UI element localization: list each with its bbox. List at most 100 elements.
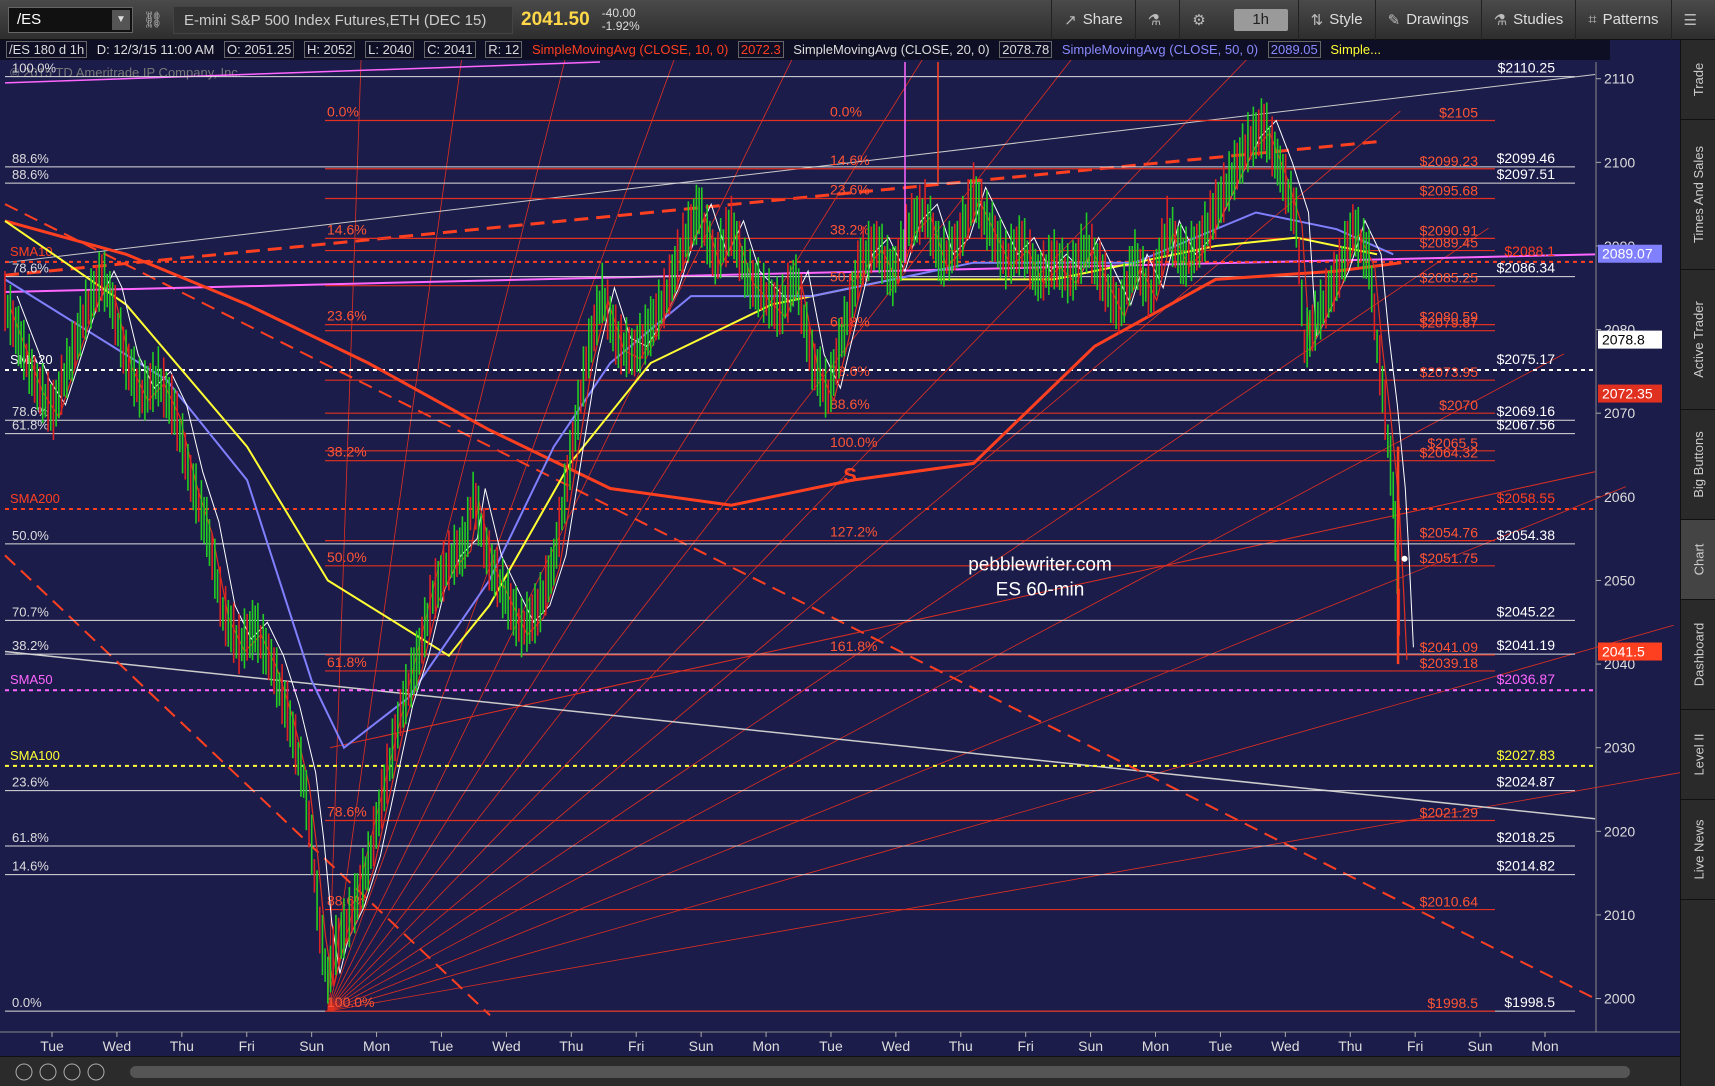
fib-percent-label: 14.6%	[327, 221, 367, 237]
fib-level-value: $2095.68	[1420, 182, 1479, 198]
y-tick-label: 2060	[1604, 489, 1635, 505]
fib-level-value: $2064.32	[1420, 445, 1479, 461]
flask-button[interactable]: ⚗	[1134, 0, 1179, 40]
x-tick-label: Fri	[1018, 1038, 1034, 1054]
side-panel-tabs: Trade Times And Sales Active Trader Big But…	[1680, 40, 1715, 1086]
sma50-label: SimpleMovingAvg (CLOSE, 50, 0)	[1061, 42, 1259, 57]
instrument-description: E-mini S&P 500 Index Futures,ETH (DEC 15…	[173, 5, 513, 34]
fib-percent-label: 0.0%	[830, 104, 862, 120]
patterns-button[interactable]: ⌗ Patterns	[1575, 0, 1670, 40]
symbol-text: /ES	[17, 10, 42, 28]
bar-close: C: 2041	[424, 41, 476, 58]
chart-toolbar: /ES ▼ ⛓ E-mini S&P 500 Index Futures,ETH…	[0, 0, 1715, 40]
chevron-down-icon[interactable]: ▼	[112, 9, 130, 30]
level-right-label: $2067.56	[1497, 417, 1556, 433]
fib-percent-label: 127.2%	[830, 524, 877, 540]
fib-level-value: $2039.18	[1420, 655, 1479, 671]
zoom-reset-icon[interactable]	[87, 1063, 105, 1081]
y-tick-label: 2110	[1604, 71, 1634, 87]
style-button[interactable]: ⇅ Style	[1297, 0, 1375, 40]
side-tab-times-and-sales[interactable]: Times And Sales	[1681, 120, 1715, 270]
fib-percent-label: 161.8%	[830, 638, 877, 654]
sma-level-name: SMA100	[10, 748, 60, 763]
price-change: -40.00 -1.92%	[601, 6, 640, 33]
fib-percent-label: 78.6%	[327, 804, 367, 820]
fib-level-value: $1998.5	[1427, 995, 1478, 1011]
side-tab-chart[interactable]: Chart	[1681, 520, 1715, 600]
level-left-label: 50.0%	[12, 528, 49, 543]
y-tick-label: 2050	[1604, 572, 1635, 588]
scrollbar-controls[interactable]	[0, 1057, 1680, 1086]
menu-button[interactable]: ☰	[1670, 0, 1715, 40]
more-studies[interactable]: Simple...	[1330, 42, 1381, 57]
timeframe-selector[interactable]: 1h	[1233, 8, 1288, 31]
chart-canvas[interactable]: © 2015 TD Ameritrade IP Company, Inc.200…	[0, 40, 1680, 1056]
fib-percent-label: 61.8%	[327, 654, 367, 670]
side-tab-active-trader[interactable]: Active Trader	[1681, 270, 1715, 410]
level-left-label: 0.0%	[12, 995, 42, 1010]
studies-button[interactable]: ⚗ Studies	[1480, 0, 1576, 40]
patterns-label: Patterns	[1602, 11, 1659, 28]
fib-percent-label: 50.0%	[327, 549, 367, 565]
level-right-label: $2099.46	[1497, 150, 1556, 166]
zoom-fit-icon[interactable]	[63, 1063, 81, 1081]
y-tick-label: 2030	[1604, 740, 1635, 756]
side-tab-label: Times And Sales	[1691, 145, 1706, 244]
fib-percent-label: 100.0%	[327, 994, 374, 1010]
x-tick-label: Thu	[1338, 1038, 1362, 1054]
fib-percent-label: 88.6%	[830, 396, 870, 412]
sma-level-value: $2027.83	[1497, 747, 1556, 763]
change-percent: -1.92%	[601, 18, 640, 33]
zoom-in-icon[interactable]	[39, 1063, 57, 1081]
side-tab-label: Active Trader	[1691, 301, 1706, 378]
y-tick-label: 2020	[1604, 823, 1635, 839]
side-tab-level-ii[interactable]: Level II	[1681, 710, 1715, 800]
last-price-dot	[1401, 555, 1408, 562]
thinkorswim-window: /ES ▼ ⛓ E-mini S&P 500 Index Futures,ETH…	[0, 0, 1715, 1086]
fib-level-value: $2105	[1439, 105, 1478, 121]
zoom-out-icon[interactable]	[15, 1063, 33, 1081]
price-badge-label: 2072.35	[1602, 386, 1653, 402]
level-left-label: 61.8%	[12, 418, 49, 433]
symbol-input[interactable]: /ES ▼	[8, 6, 133, 33]
sma10-label: SimpleMovingAvg (CLOSE, 10, 0)	[531, 42, 729, 57]
sma-level-name: SMA10	[10, 244, 53, 259]
level-left-label: 100.0%	[12, 61, 57, 76]
side-tab-big-buttons[interactable]: Big Buttons	[1681, 410, 1715, 520]
x-tick-label: Wed	[1271, 1038, 1300, 1054]
side-tab-trade[interactable]: Trade	[1681, 40, 1715, 120]
side-tab-label: Level II	[1691, 733, 1707, 776]
drawings-button[interactable]: ✎ Drawings	[1374, 0, 1481, 40]
side-tab-label: Trade	[1690, 62, 1706, 97]
level-right-label: $2018.25	[1497, 829, 1556, 845]
sma-level-value: $2036.87	[1497, 671, 1556, 687]
x-tick-label: Tue	[819, 1038, 843, 1054]
bar-low: L: 2040	[365, 41, 415, 58]
level-left-label: 88.6%	[12, 167, 49, 182]
level-left-label: 38.2%	[12, 638, 49, 653]
chart-scrollbar[interactable]	[0, 1056, 1680, 1086]
x-tick-label: Tue	[40, 1038, 64, 1054]
gear-icon: ⚙	[1192, 11, 1206, 29]
fib-level-value: $2054.76	[1420, 525, 1479, 541]
scroll-thumb[interactable]	[130, 1066, 1630, 1078]
link-icon[interactable]: ⛓	[133, 10, 173, 30]
side-tab-dashboard[interactable]: Dashboard	[1681, 600, 1715, 710]
fib-percent-label: 14.6%	[830, 152, 870, 168]
sma-level-value: $2075.17	[1497, 351, 1556, 367]
style-label: Style	[1329, 11, 1363, 28]
side-tab-live-news[interactable]: Live News	[1681, 800, 1715, 900]
x-tick-label: Tue	[430, 1038, 454, 1054]
level-right-label: $2045.22	[1497, 603, 1556, 619]
sma-level-value: $2058.55	[1497, 490, 1556, 506]
settings-button[interactable]: ⚙	[1179, 0, 1223, 40]
y-tick-label: 2070	[1604, 405, 1635, 421]
x-tick-label: Wed	[103, 1038, 132, 1054]
bar-date: D: 12/3/15 11:00 AM	[96, 42, 215, 57]
price-badge-label: 2078.8	[1602, 332, 1645, 348]
price-chart[interactable]: © 2015 TD Ameritrade IP Company, Inc. 200…	[0, 40, 1680, 1086]
share-button[interactable]: ↗ Share	[1051, 0, 1135, 40]
share-icon: ↗	[1064, 11, 1077, 29]
sma20-label: SimpleMovingAvg (CLOSE, 20, 0)	[793, 42, 990, 57]
fib-level-value: $2051.75	[1420, 550, 1479, 566]
